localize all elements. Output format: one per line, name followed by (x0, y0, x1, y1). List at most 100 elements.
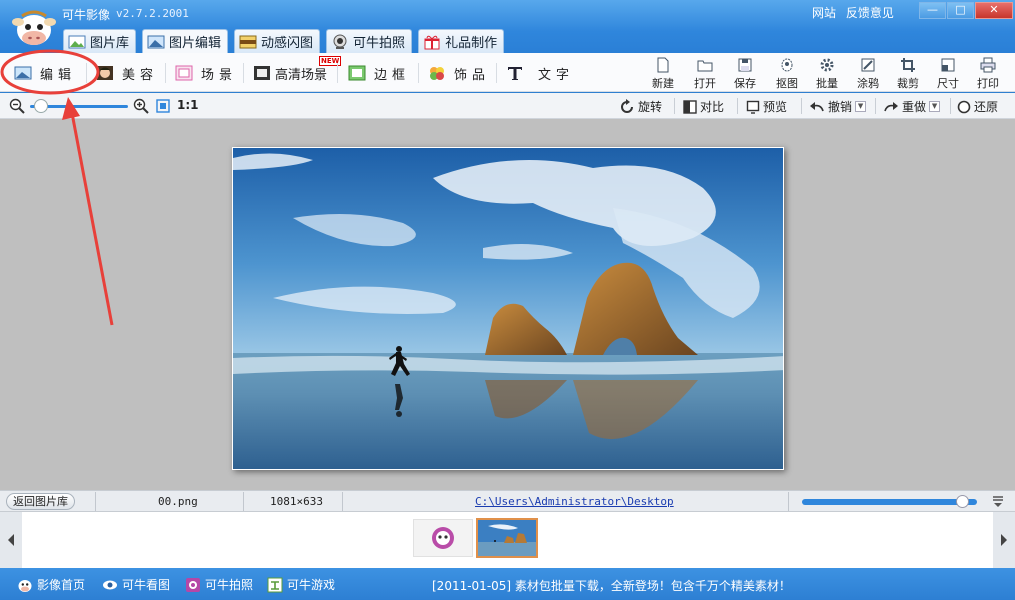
beach-thumbnail-image (478, 520, 536, 556)
actual-size-button[interactable]: 1:1 (177, 98, 199, 112)
home-link[interactable]: 影像首页 (17, 576, 85, 593)
tool-beauty[interactable]: 美容 (96, 62, 158, 84)
photo-booth-link[interactable]: 可牛拍照 (185, 576, 253, 593)
undo-button[interactable]: 撤销 ▼ (809, 98, 867, 115)
tab-label: 图片编辑 (169, 36, 222, 51)
strip-next-button[interactable] (993, 512, 1015, 568)
tool-label: 裁剪 (897, 77, 919, 90)
rotate-button[interactable]: 旋转 (619, 98, 662, 115)
close-button[interactable]: ✕ (975, 2, 1013, 19)
tab-animation[interactable]: 动感闪图 (234, 29, 321, 53)
feedback-link[interactable]: 反馈意见 (846, 6, 894, 20)
tab-image-edit[interactable]: 图片编辑 (142, 29, 229, 53)
text-icon (508, 67, 522, 80)
preview-icon (746, 100, 760, 114)
gift-icon (424, 35, 440, 49)
tool-label: 涂鸦 (857, 77, 879, 90)
tool-hd-scene[interactable]: 高清场景 NEW (253, 56, 342, 84)
tool-label: 打印 (977, 77, 999, 90)
maximize-button[interactable]: □ (947, 2, 974, 19)
eye-icon (103, 580, 117, 589)
divider (95, 492, 96, 511)
tool-label: 还原 (974, 100, 999, 114)
undo-dropdown-icon[interactable]: ▼ (855, 101, 867, 112)
cutout-button[interactable]: 抠图 (770, 57, 804, 91)
tool-text[interactable]: 文字 (506, 62, 574, 84)
news-ticker-link[interactable]: [2011-01-05] 素材包批量下载，全新登场！包含千万个精美素材！ (432, 577, 791, 594)
tool-label: 预览 (763, 100, 788, 114)
chevron-right-icon (1001, 534, 1007, 546)
cow-icon (18, 579, 32, 592)
games-link[interactable]: 可牛游戏 (267, 576, 335, 593)
tab-picture-library[interactable]: 图片库 (63, 29, 137, 53)
thumbnail-size-slider[interactable] (802, 499, 977, 505)
strip-prev-button[interactable] (0, 512, 22, 568)
print-button[interactable]: 打印 (971, 57, 1005, 91)
fit-window-icon[interactable] (156, 99, 170, 113)
compare-button[interactable]: 对比 (683, 98, 724, 115)
tab-label: 可牛拍照 (353, 36, 406, 51)
game-icon (267, 577, 283, 592)
minimize-button[interactable]: — (919, 2, 946, 19)
zoom-in-icon[interactable] (133, 98, 149, 114)
divider (674, 98, 675, 114)
compare-icon (683, 99, 697, 114)
edit-toolbar: 编辑 美容 场景 高清场景 NEW 边框 饰品 文字 新建 打开 保存 抠图 批… (0, 53, 1015, 92)
thumbnail-item[interactable] (413, 519, 473, 557)
webcam-icon (333, 34, 347, 49)
film-strip (0, 512, 1015, 568)
zoom-out-icon[interactable] (9, 98, 25, 114)
main-tabs: 图片库 图片编辑 动感闪图 可牛拍照 礼品制作 (63, 29, 510, 53)
save-button[interactable]: 保存 (728, 57, 762, 91)
resize-button[interactable]: 尺寸 (931, 57, 965, 91)
tab-webcam[interactable]: 可牛拍照 (326, 29, 413, 53)
batch-button[interactable]: 批量 (810, 57, 844, 91)
tool-label: 重做 (902, 100, 927, 114)
resize-icon (941, 58, 955, 72)
doodle-icon (861, 58, 875, 72)
edited-photo[interactable] (232, 147, 784, 470)
back-to-library-button[interactable]: 返回图片库 (6, 493, 75, 510)
redo-button[interactable]: 重做 ▼ (883, 98, 941, 115)
tool-label: 新建 (652, 77, 674, 90)
new-file-icon (657, 57, 669, 73)
crop-button[interactable]: 裁剪 (891, 57, 925, 91)
image-viewer-link[interactable]: 可牛看图 (102, 576, 170, 593)
tab-gift[interactable]: 礼品制作 (418, 29, 505, 53)
divider (243, 63, 244, 83)
divider (86, 63, 87, 83)
open-button[interactable]: 打开 (688, 57, 722, 91)
divider (950, 98, 951, 114)
new-badge: NEW (319, 56, 342, 66)
divider (418, 63, 419, 83)
window-controls: — □ ✕ (918, 2, 1013, 19)
tab-label: 图片库 (90, 36, 130, 51)
zoom-slider-thumb[interactable] (34, 99, 48, 113)
new-button[interactable]: 新建 (646, 57, 680, 91)
bottom-link-label: 可牛游戏 (287, 578, 336, 592)
tool-label: 对比 (700, 100, 725, 114)
menu-icon[interactable] (991, 494, 1005, 508)
thumbnail-size-thumb[interactable] (956, 495, 969, 508)
doodle-button[interactable]: 涂鸦 (851, 57, 885, 91)
tool-edit[interactable]: 编辑 (14, 62, 76, 84)
rotate-icon (621, 98, 633, 113)
open-folder-icon (697, 60, 713, 72)
divider (496, 63, 497, 83)
restore-button[interactable]: 还原 (957, 98, 998, 115)
tool-decoration[interactable]: 饰品 (428, 62, 490, 84)
redo-dropdown-icon[interactable]: ▼ (929, 101, 941, 112)
file-path-link[interactable]: C:\Users\Administrator\Desktop (475, 495, 674, 508)
thumbnail-item-selected[interactable] (476, 518, 538, 558)
website-link[interactable]: 网站 (812, 6, 836, 20)
preview-button[interactable]: 预览 (746, 98, 787, 115)
edit-landscape-icon (14, 66, 32, 80)
cow-logo-icon (12, 10, 56, 45)
editing-canvas[interactable] (0, 119, 1015, 490)
divider (737, 98, 738, 114)
tool-frame[interactable]: 边框 (348, 62, 410, 84)
image-edit-icon (147, 35, 165, 48)
tool-scene[interactable]: 场景 (175, 62, 237, 84)
tool-label: 美容 (122, 67, 159, 83)
bottom-bar: 影像首页 可牛看图 可牛拍照 可牛游戏 [2011-01-05] 素材包批量下载… (0, 568, 1015, 600)
